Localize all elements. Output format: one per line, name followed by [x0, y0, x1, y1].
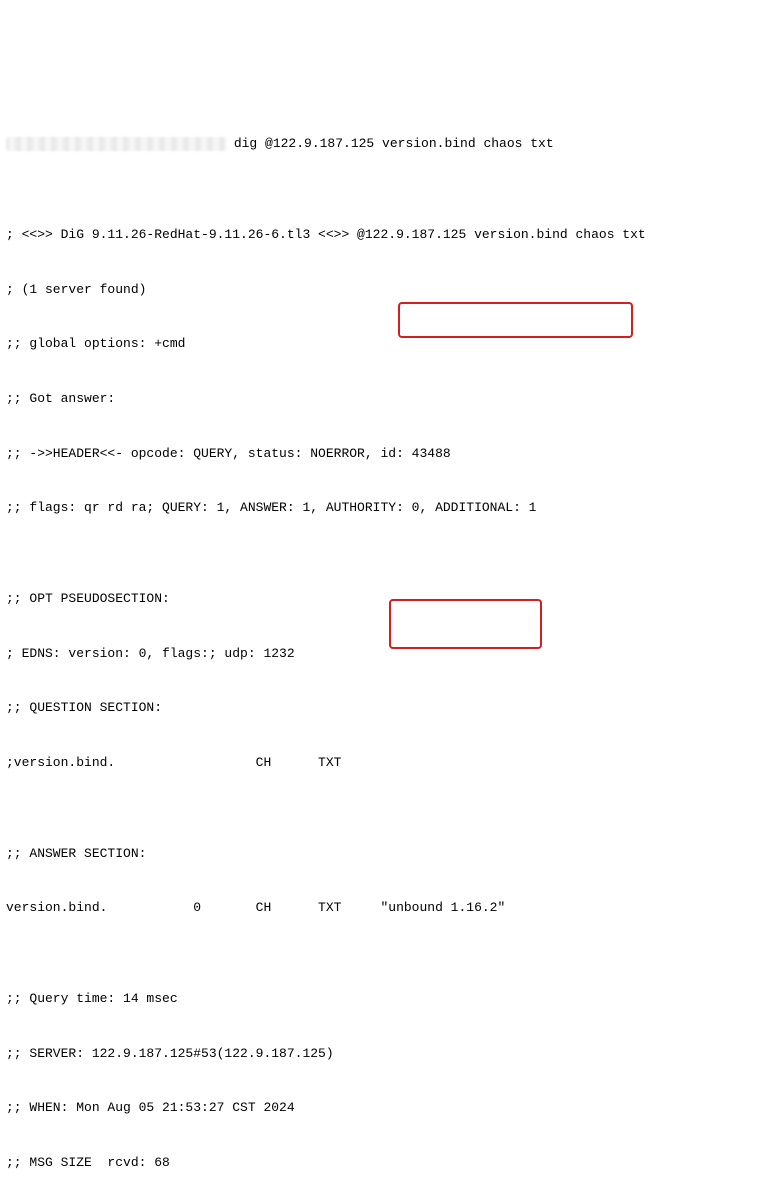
highlight-box-version — [398, 302, 633, 338]
msgsize-line-1: ;; MSG SIZE rcvd: 68 — [6, 1154, 762, 1172]
header-flags-1: ;; flags: qr rd ra; QUERY: 1, ANSWER: 1,… — [6, 499, 762, 517]
when-line-1: ;; WHEN: Mon Aug 05 21:53:27 CST 2024 — [6, 1099, 762, 1117]
server-line-1: ;; SERVER: 122.9.187.125#53(122.9.187.12… — [6, 1045, 762, 1063]
answer-line-1: version.bind. 0 CH TXT "unbound 1.16.2" — [6, 899, 762, 917]
cmd1-text: dig @122.9.187.125 version.bind chaos tx… — [234, 136, 554, 151]
command-line-1: dig @122.9.187.125 version.bind chaos tx… — [6, 135, 762, 153]
pseudo-line-1: ; EDNS: version: 0, flags:; udp: 1232 — [6, 645, 762, 663]
header-opcode-1: ;; ->>HEADER<<- opcode: QUERY, status: N… — [6, 445, 762, 463]
question-line-1: ;version.bind. CH TXT — [6, 754, 762, 772]
answer-title-1: ;; ANSWER SECTION: — [6, 845, 762, 863]
query-time-1: ;; Query time: 14 msec — [6, 990, 762, 1008]
banner-line-1: ; <<>> DiG 9.11.26-RedHat-9.11.26-6.tl3 … — [6, 226, 762, 244]
pseudo-title-1: ;; OPT PSEUDOSECTION: — [6, 590, 762, 608]
question-title-1: ;; QUESTION SECTION: — [6, 699, 762, 717]
terminal-output: dig @122.9.187.125 version.bind chaos tx… — [6, 81, 762, 1192]
global-options: ;; global options: +cmd — [6, 335, 762, 353]
banner-line-2: ; (1 server found) — [6, 281, 762, 299]
redacted-prompt-1 — [6, 137, 226, 151]
got-answer: ;; Got answer: — [6, 390, 762, 408]
